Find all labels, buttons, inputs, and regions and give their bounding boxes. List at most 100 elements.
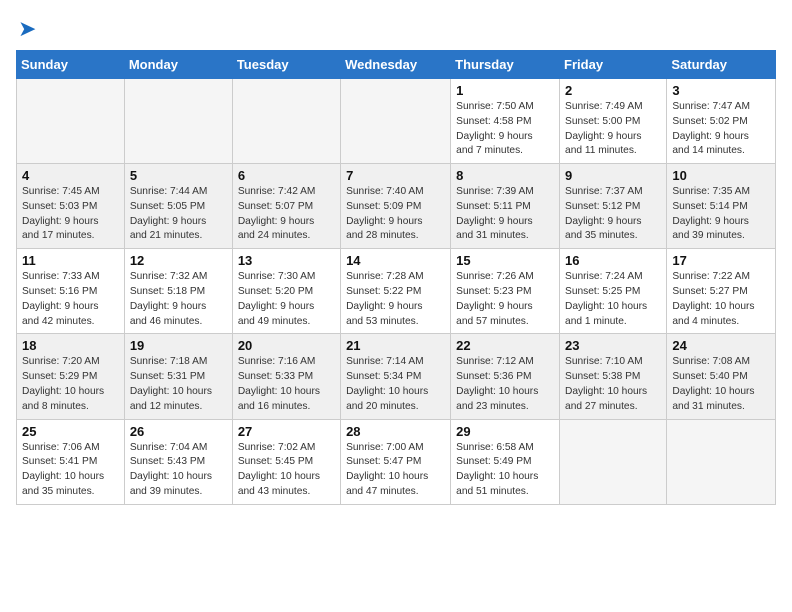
calendar-cell: 16 Sunrise: 7:24 AMSunset: 5:25 PMDayligh… — [560, 249, 667, 334]
calendar-cell: 17Sunrise: 7:22 AMSunset: 5:27 PMDayligh… — [667, 249, 776, 334]
calendar-cell: 22 Sunrise: 7:12 AMSunset: 5:36 PMDayligh… — [451, 334, 560, 419]
day-info: Sunrise: 7:40 AMSunset: 5:09 PMDaylight:… — [346, 185, 445, 244]
header-monday: Monday — [124, 51, 232, 79]
calendar-cell: 7 Sunrise: 7:40 AMSunset: 5:09 PMDaylight… — [341, 164, 451, 249]
header-tuesday: Tuesday — [232, 51, 340, 79]
day-info: Sunrise: 7:16 AMSunset: 5:33 PMDaylight:… — [238, 355, 335, 414]
day-info: Sunrise: 7:45 AMSunset: 5:03 PMDaylight:… — [22, 185, 119, 244]
calendar-cell — [17, 79, 125, 164]
day-info: Sunrise: 7:18 AMSunset: 5:31 PMDaylight:… — [130, 355, 227, 414]
day-info: Sunrise: 7:35 AMSunset: 5:14 PMDaylight:… — [672, 185, 770, 244]
day-number: 5 — [130, 168, 227, 183]
day-number: 16 — [565, 253, 661, 268]
day-number: 4 — [22, 168, 119, 183]
calendar-cell: 18Sunrise: 7:20 AMSunset: 5:29 PMDayligh… — [17, 334, 125, 419]
day-number: 25 — [22, 424, 119, 439]
calendar-cell: 15 Sunrise: 7:26 AMSunset: 5:23 PMDayligh… — [451, 249, 560, 334]
calendar-cell: 9 Sunrise: 7:37 AMSunset: 5:12 PMDaylight… — [560, 164, 667, 249]
calendar-cell: 29 Sunrise: 6:58 AMSunset: 5:49 PMDayligh… — [451, 419, 560, 504]
day-number: 27 — [238, 424, 335, 439]
calendar-week-row: 11 Sunrise: 7:33 AMSunset: 5:16 PMDayligh… — [17, 249, 776, 334]
day-number: 2 — [565, 83, 661, 98]
calendar-cell: 3 Sunrise: 7:47 AMSunset: 5:02 PMDaylight… — [667, 79, 776, 164]
calendar-cell: 13 Sunrise: 7:30 AMSunset: 5:20 PMDayligh… — [232, 249, 340, 334]
calendar-cell: 25 Sunrise: 7:06 AMSunset: 5:41 PMDayligh… — [17, 419, 125, 504]
day-info: Sunrise: 7:00 AMSunset: 5:47 PMDaylight:… — [346, 441, 445, 500]
day-number: 12 — [130, 253, 227, 268]
calendar-cell: 11 Sunrise: 7:33 AMSunset: 5:16 PMDayligh… — [17, 249, 125, 334]
header-sunday: Sunday — [17, 51, 125, 79]
day-number: 15 — [456, 253, 554, 268]
calendar-cell: 20 Sunrise: 7:16 AMSunset: 5:33 PMDayligh… — [232, 334, 340, 419]
calendar-cell: 27 Sunrise: 7:02 AMSunset: 5:45 PMDayligh… — [232, 419, 340, 504]
day-number: 1 — [456, 83, 554, 98]
calendar-cell: 23 Sunrise: 7:10 AMSunset: 5:38 PMDayligh… — [560, 334, 667, 419]
day-info: Sunrise: 7:47 AMSunset: 5:02 PMDaylight:… — [672, 100, 770, 159]
day-info: Sunrise: 7:30 AMSunset: 5:20 PMDaylight:… — [238, 270, 335, 329]
calendar-cell: 12 Sunrise: 7:32 AMSunset: 5:18 PMDayligh… — [124, 249, 232, 334]
day-info: Sunrise: 6:58 AMSunset: 5:49 PMDaylight:… — [456, 441, 554, 500]
day-number: 26 — [130, 424, 227, 439]
day-info: Sunrise: 7:08 AMSunset: 5:40 PMDaylight:… — [672, 355, 770, 414]
calendar-cell: 14 Sunrise: 7:28 AMSunset: 5:22 PMDayligh… — [341, 249, 451, 334]
day-info: Sunrise: 7:24 AMSunset: 5:25 PMDaylight:… — [565, 270, 661, 329]
calendar-cell: 1 Sunrise: 7:50 AMSunset: 4:58 PMDaylight… — [451, 79, 560, 164]
calendar-cell: 6 Sunrise: 7:42 AMSunset: 5:07 PMDaylight… — [232, 164, 340, 249]
calendar-week-row: 1 Sunrise: 7:50 AMSunset: 4:58 PMDaylight… — [17, 79, 776, 164]
calendar-table: SundayMondayTuesdayWednesdayThursdayFrid… — [16, 50, 776, 505]
day-number: 13 — [238, 253, 335, 268]
calendar-cell: 24 Sunrise: 7:08 AMSunset: 5:40 PMDayligh… — [667, 334, 776, 419]
day-info: Sunrise: 7:39 AMSunset: 5:11 PMDaylight:… — [456, 185, 554, 244]
page-header: ➤ — [16, 16, 776, 42]
calendar-cell: 8Sunrise: 7:39 AMSunset: 5:11 PMDaylight… — [451, 164, 560, 249]
calendar-cell: 2 Sunrise: 7:49 AMSunset: 5:00 PMDaylight… — [560, 79, 667, 164]
day-info: Sunrise: 7:42 AMSunset: 5:07 PMDaylight:… — [238, 185, 335, 244]
header-thursday: Thursday — [451, 51, 560, 79]
day-number: 9 — [565, 168, 661, 183]
day-info: Sunrise: 7:20 AMSunset: 5:29 PMDaylight:… — [22, 355, 119, 414]
calendar-week-row: 18Sunrise: 7:20 AMSunset: 5:29 PMDayligh… — [17, 334, 776, 419]
calendar-week-row: 25 Sunrise: 7:06 AMSunset: 5:41 PMDayligh… — [17, 419, 776, 504]
calendar-header-row: SundayMondayTuesdayWednesdayThursdayFrid… — [17, 51, 776, 79]
day-info: Sunrise: 7:10 AMSunset: 5:38 PMDaylight:… — [565, 355, 661, 414]
day-info: Sunrise: 7:50 AMSunset: 4:58 PMDaylight:… — [456, 100, 554, 159]
logo: ➤ — [16, 16, 36, 42]
day-info: Sunrise: 7:12 AMSunset: 5:36 PMDaylight:… — [456, 355, 554, 414]
day-info: Sunrise: 7:22 AMSunset: 5:27 PMDaylight:… — [672, 270, 770, 329]
logo-bird-icon: ➤ — [18, 16, 36, 41]
day-info: Sunrise: 7:44 AMSunset: 5:05 PMDaylight:… — [130, 185, 227, 244]
calendar-cell — [341, 79, 451, 164]
calendar-cell: 21 Sunrise: 7:14 AMSunset: 5:34 PMDayligh… — [341, 334, 451, 419]
day-number: 19 — [130, 338, 227, 353]
day-info: Sunrise: 7:26 AMSunset: 5:23 PMDaylight:… — [456, 270, 554, 329]
logo-text: ➤ — [16, 16, 36, 42]
day-number: 11 — [22, 253, 119, 268]
day-number: 7 — [346, 168, 445, 183]
day-number: 20 — [238, 338, 335, 353]
calendar-cell: 4 Sunrise: 7:45 AMSunset: 5:03 PMDaylight… — [17, 164, 125, 249]
day-number: 22 — [456, 338, 554, 353]
day-info: Sunrise: 7:49 AMSunset: 5:00 PMDaylight:… — [565, 100, 661, 159]
day-info: Sunrise: 7:02 AMSunset: 5:45 PMDaylight:… — [238, 441, 335, 500]
day-number: 10 — [672, 168, 770, 183]
day-info: Sunrise: 7:14 AMSunset: 5:34 PMDaylight:… — [346, 355, 445, 414]
day-number: 6 — [238, 168, 335, 183]
day-info: Sunrise: 7:28 AMSunset: 5:22 PMDaylight:… — [346, 270, 445, 329]
day-info: Sunrise: 7:32 AMSunset: 5:18 PMDaylight:… — [130, 270, 227, 329]
header-friday: Friday — [560, 51, 667, 79]
day-number: 28 — [346, 424, 445, 439]
day-info: Sunrise: 7:06 AMSunset: 5:41 PMDaylight:… — [22, 441, 119, 500]
day-info: Sunrise: 7:33 AMSunset: 5:16 PMDaylight:… — [22, 270, 119, 329]
calendar-cell — [667, 419, 776, 504]
day-info: Sunrise: 7:37 AMSunset: 5:12 PMDaylight:… — [565, 185, 661, 244]
day-number: 14 — [346, 253, 445, 268]
day-number: 24 — [672, 338, 770, 353]
calendar-cell: 10 Sunrise: 7:35 AMSunset: 5:14 PMDayligh… — [667, 164, 776, 249]
day-number: 29 — [456, 424, 554, 439]
day-number: 3 — [672, 83, 770, 98]
calendar-cell — [232, 79, 340, 164]
calendar-cell: 26Sunrise: 7:04 AMSunset: 5:43 PMDayligh… — [124, 419, 232, 504]
day-number: 21 — [346, 338, 445, 353]
header-wednesday: Wednesday — [341, 51, 451, 79]
day-number: 23 — [565, 338, 661, 353]
